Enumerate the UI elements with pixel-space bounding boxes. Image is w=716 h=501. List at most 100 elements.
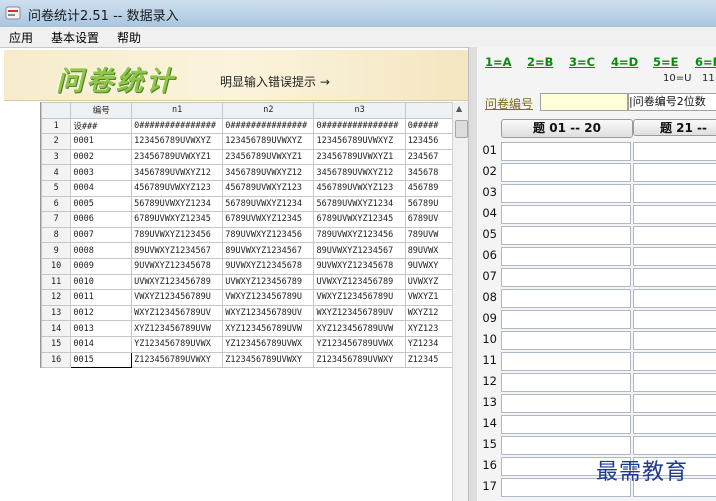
- table-row[interactable]: 1 设### 0############### 0############### 0##…: [41, 117, 453, 135]
- table-row[interactable]: 14 0013 XYZ123456789UVW XYZ123456789UVW XYZ1…: [41, 320, 453, 337]
- answer-input-21-40[interactable]: [633, 247, 716, 266]
- table-cell[interactable]: 789UVWXYZ123456: [313, 226, 406, 244]
- answer-input-21-40[interactable]: [633, 310, 716, 329]
- table-cell[interactable]: 6789UVWXYZ12345: [131, 211, 224, 228]
- menu-app[interactable]: 应用: [9, 29, 33, 46]
- table-cell[interactable]: 0###############: [131, 117, 224, 135]
- table-row[interactable]: 11 0010 UVWXYZ123456789 UVWXYZ123456789 UVWX…: [41, 273, 453, 291]
- table-cell[interactable]: 23456789UVWXYZ1: [131, 148, 224, 166]
- table-cell[interactable]: 6789UVWXYZ12345: [313, 211, 406, 228]
- answer-input-21-40[interactable]: [633, 415, 716, 434]
- table-cell[interactable]: 0###############: [222, 117, 315, 135]
- answer-input-21-40[interactable]: [633, 142, 716, 161]
- table-cell[interactable]: VWXYZ123456789U: [313, 289, 406, 306]
- table-cell[interactable]: 6789UV: [404, 211, 453, 228]
- table-cell[interactable]: 6789UVWXYZ12345: [222, 211, 315, 228]
- table-cell[interactable]: 234567: [404, 148, 453, 166]
- table-cell[interactable]: Z123456789UVWXY: [222, 351, 315, 368]
- answer-input-1-20[interactable]: [501, 268, 631, 287]
- table-cell[interactable]: 56789UVWXYZ1234: [222, 195, 315, 213]
- table-cell[interactable]: WXYZ12: [404, 304, 453, 322]
- answer-input-21-40[interactable]: [633, 394, 716, 413]
- table-cell[interactable]: 23456789UVWXYZ1: [313, 148, 406, 166]
- table-cell[interactable]: 3456789UVWXYZ12: [222, 164, 315, 181]
- answer-input-21-40[interactable]: [633, 268, 716, 287]
- table-cell[interactable]: 456789UVWXYZ123: [131, 179, 224, 197]
- table-cell[interactable]: 456789UVWXYZ123: [313, 179, 406, 197]
- table-row[interactable]: 15 0014 YZ123456789UVWX YZ123456789UVWX YZ12…: [41, 335, 453, 353]
- scroll-up-arrow-icon[interactable]: ▲: [456, 104, 462, 113]
- table-cell[interactable]: 456789: [404, 179, 453, 197]
- table-cell[interactable]: 3456789UVWXYZ12: [313, 164, 406, 181]
- table-cell[interactable]: 123456789UVWXYZ: [131, 133, 224, 150]
- table-cell[interactable]: YZ123456789UVWX: [222, 335, 315, 353]
- table-cell[interactable]: 123456789UVWXYZ: [313, 133, 406, 150]
- table-cell[interactable]: VWXYZ1: [404, 289, 453, 306]
- answer-input-21-40[interactable]: [633, 163, 716, 182]
- column-header[interactable]: n1: [131, 102, 224, 119]
- table-cell[interactable]: UVWXYZ123456789: [313, 273, 406, 291]
- table-row[interactable]: 16 0015 Z123456789UVWXY Z123456789UVWXY Z123…: [41, 351, 453, 368]
- table-cell[interactable]: WXYZ123456789UV: [131, 304, 224, 322]
- table-cell[interactable]: UVWXYZ123456789: [131, 273, 224, 291]
- questionnaire-id-input[interactable]: [540, 93, 628, 111]
- table-cell[interactable]: 123456789UVWXYZ: [222, 133, 315, 150]
- menu-help[interactable]: 帮助: [117, 29, 141, 46]
- table-cell[interactable]: YZ123456789UVWX: [131, 335, 224, 353]
- legend-code[interactable]: 6=F: [695, 55, 716, 69]
- table-cell[interactable]: 89UVWXYZ1234567: [313, 242, 406, 259]
- table-cell[interactable]: 23456789UVWXYZ1: [222, 148, 315, 166]
- answer-input-1-20[interactable]: [501, 163, 631, 182]
- table-cell[interactable]: Z123456789UVWXY: [131, 351, 224, 368]
- table-cell[interactable]: 56789UVWXYZ1234: [131, 195, 224, 213]
- table-cell[interactable]: 0015: [70, 351, 133, 368]
- table-cell[interactable]: 789UVWXYZ123456: [131, 226, 224, 244]
- table-cell[interactable]: XYZ123456789UVW: [131, 320, 224, 337]
- table-cell[interactable]: UVWXYZ: [404, 273, 453, 291]
- answer-input-21-40[interactable]: [633, 373, 716, 392]
- table-cell[interactable]: 89UVWX: [404, 242, 453, 259]
- table-cell[interactable]: 9UVWXYZ12345678: [131, 257, 224, 275]
- table-cell[interactable]: WXYZ123456789UV: [313, 304, 406, 322]
- answer-input-1-20[interactable]: [501, 394, 631, 413]
- answer-input-1-20[interactable]: [501, 184, 631, 203]
- table-cell[interactable]: 89UVWXYZ1234567: [222, 242, 315, 259]
- table-row[interactable]: 9 0008 89UVWXYZ1234567 89UVWXYZ1234567 89UVW…: [41, 242, 453, 259]
- legend-code[interactable]: 2=B: [527, 55, 553, 69]
- answer-input-21-40[interactable]: [633, 436, 716, 455]
- table-row[interactable]: 4 0003 3456789UVWXYZ12 3456789UVWXYZ12 34567…: [41, 164, 453, 181]
- table-cell[interactable]: 0009: [70, 257, 133, 275]
- table-row[interactable]: 13 0012 WXYZ123456789UV WXYZ123456789UV WXYZ…: [41, 304, 453, 322]
- table-cell[interactable]: 345678: [404, 164, 453, 181]
- answer-input-21-40[interactable]: [633, 205, 716, 224]
- table-row[interactable]: 8 0007 789UVWXYZ123456 789UVWXYZ123456 789UV…: [41, 226, 453, 244]
- table-cell[interactable]: YZ123456789UVWX: [313, 335, 406, 353]
- answer-input-1-20[interactable]: [501, 352, 631, 371]
- vertical-scrollbar[interactable]: ▲: [452, 102, 468, 501]
- table-cell[interactable]: 0008: [70, 242, 133, 259]
- table-cell[interactable]: 0002: [70, 148, 133, 166]
- table-cell[interactable]: VWXYZ123456789U: [222, 289, 315, 306]
- table-cell[interactable]: 0005: [70, 195, 133, 213]
- table-cell[interactable]: 56789U: [404, 195, 453, 213]
- table-cell[interactable]: VWXYZ123456789U: [131, 289, 224, 306]
- table-cell[interactable]: 0010: [70, 273, 133, 291]
- table-cell[interactable]: WXYZ123456789UV: [222, 304, 315, 322]
- table-row[interactable]: 10 0009 9UVWXYZ12345678 9UVWXYZ12345678 9UVW…: [41, 257, 453, 275]
- table-row[interactable]: 5 0004 456789UVWXYZ123 456789UVWXYZ123 45678…: [41, 179, 453, 197]
- legend-code[interactable]: 4=D: [611, 55, 638, 69]
- answer-input-1-20[interactable]: [501, 436, 631, 455]
- table-cell[interactable]: XYZ123: [404, 320, 453, 337]
- answer-input-1-20[interactable]: [501, 373, 631, 392]
- table-cell[interactable]: 0#####: [404, 117, 453, 135]
- scroll-thumb[interactable]: [455, 120, 468, 138]
- legend-code[interactable]: 3=C: [569, 55, 595, 69]
- table-cell[interactable]: 0007: [70, 226, 133, 244]
- table-cell[interactable]: 789UVWXYZ123456: [222, 226, 315, 244]
- answer-input-21-40[interactable]: [633, 226, 716, 245]
- table-cell[interactable]: 0001: [70, 133, 133, 150]
- column-header[interactable]: n2: [222, 102, 315, 119]
- table-cell[interactable]: Z123456789UVWXY: [313, 351, 406, 368]
- column-header[interactable]: [404, 102, 453, 119]
- column-header[interactable]: n3: [313, 102, 406, 119]
